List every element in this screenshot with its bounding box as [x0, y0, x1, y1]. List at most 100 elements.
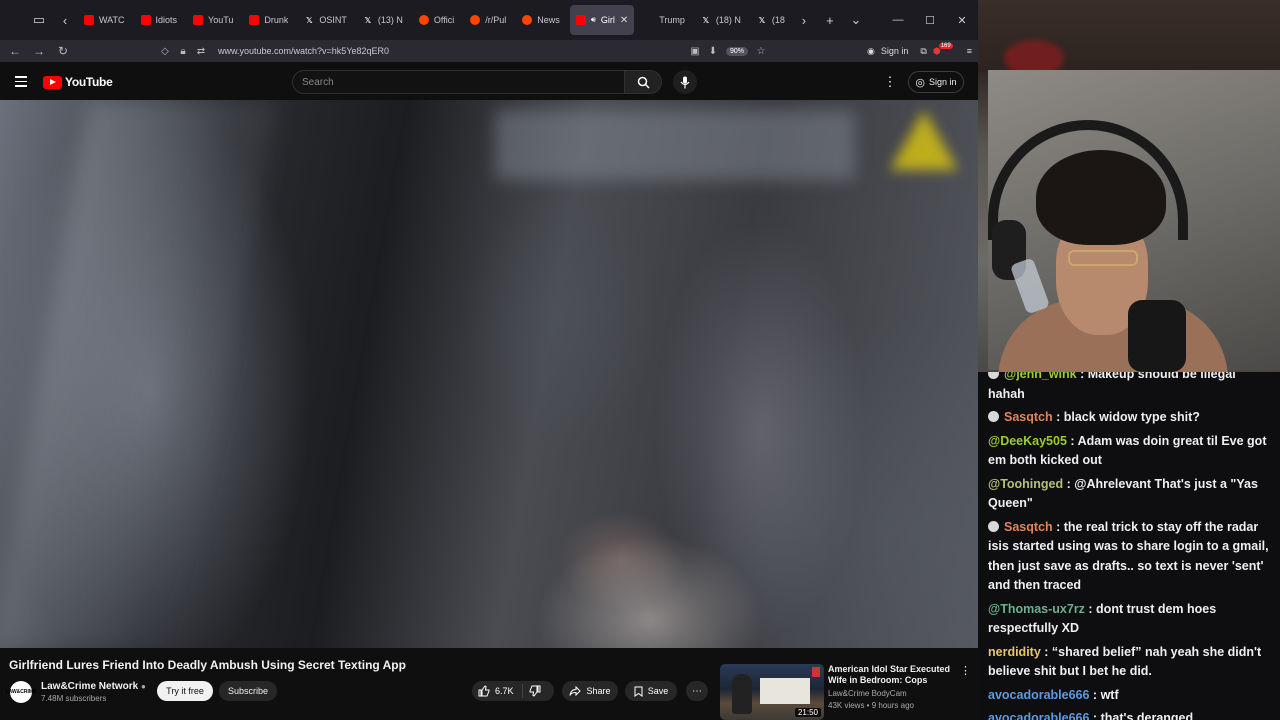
webcam-feed [978, 0, 1280, 372]
live-chat: @jenn_wink : Makeup should be illegal ha… [978, 372, 1280, 720]
browser-signin-label[interactable]: Sign in [881, 46, 909, 56]
tab-label: Girl [600, 15, 615, 25]
tab-label: (18 [771, 15, 785, 25]
chat-username[interactable]: avocadorable666 [988, 688, 1089, 702]
maximize-icon[interactable]: ☐ [914, 0, 946, 40]
chat-username[interactable]: Sasqtch [1004, 410, 1053, 424]
browser-tab[interactable]: /r/Pul [464, 5, 512, 35]
try-it-free-button[interactable]: Try it free [157, 681, 213, 701]
browser-tab[interactable]: Offici [413, 5, 460, 35]
browser-tab[interactable]: WATC [78, 5, 131, 35]
video-details: Girlfriend Lures Friend Into Deadly Ambu… [0, 648, 978, 720]
video-frame-warning-triangle [890, 110, 958, 170]
chat-separator: : [1063, 476, 1075, 491]
minimize-icon[interactable]: — [882, 0, 914, 40]
subscribe-button[interactable]: Subscribe [219, 681, 277, 701]
browser-tab[interactable]: Trump [638, 5, 691, 35]
like-button[interactable]: 6.7K [472, 684, 523, 698]
x-icon: 𝕏 [702, 15, 710, 25]
tracking-protection-icon[interactable]: ◇ [156, 46, 174, 57]
search-input[interactable]: Search [292, 70, 624, 94]
stream-overlay: @jenn_wink : Makeup should be illegal ha… [978, 0, 1280, 720]
tab-list-icon[interactable]: ▭ [26, 0, 52, 40]
youtube-wordmark: YouTube [65, 75, 113, 89]
forward-icon[interactable]: → [27, 40, 51, 62]
recommended-video[interactable]: 21:50 American Idol Star Executed Wife i… [720, 664, 976, 720]
channel-name[interactable]: Law&Crime Network ● [41, 681, 146, 692]
youtube-sign-in-button[interactable]: ◎ Sign in [908, 71, 964, 93]
permissions-icon[interactable]: ⇄ [192, 46, 210, 57]
chat-message: Sasqtch : the real trick to stay off the… [988, 518, 1270, 596]
chat-message: avocadorable666 : that's deranged [988, 709, 1270, 720]
list-all-tabs-icon[interactable]: ⌄ [843, 0, 869, 40]
back-icon[interactable]: ← [3, 40, 27, 62]
chat-username[interactable]: @jenn_wink [1004, 372, 1077, 381]
new-tab-icon[interactable]: + [817, 0, 843, 40]
recommended-title[interactable]: American Idol Star Executed Wife in Bedr… [828, 664, 958, 686]
chat-username[interactable]: Sasqtch [1004, 520, 1053, 534]
subscriber-count: 7.48M subscribers [41, 694, 107, 703]
url-bar[interactable]: ◇ 🔒︎ ⇄ www.youtube.com/watch?v=hk5Ye82qE… [156, 42, 770, 60]
tab-bar: ▭ ‹ WATC Idiots YouTu Drunk 𝕏 OSINT 𝕏 (13) N Off… [0, 0, 978, 40]
extensions-icon[interactable]: ⧉ [920, 46, 926, 57]
zoom-level[interactable]: 90% [725, 46, 748, 56]
browser-tab[interactable]: 𝕏 (18 [751, 5, 791, 35]
save-page-icon[interactable]: ⬇ [704, 46, 722, 57]
reload-icon[interactable]: ↻ [51, 40, 75, 62]
save-button[interactable]: Save [625, 681, 677, 701]
browser-tab[interactable]: 🔊︎ Girl ✕ [569, 5, 635, 35]
youtube-header: YouTube Search ⋮ ◎ Sign in [0, 62, 978, 102]
navigation-bar: ← → ↻ ◇ 🔒︎ ⇄ www.youtube.com/watch?v=hk5… [0, 40, 978, 62]
browser-tab[interactable]: 𝕏 (18) N [695, 5, 747, 35]
browser-tab[interactable]: Drunk [243, 5, 294, 35]
browser-tab[interactable]: Idiots [135, 5, 184, 35]
tab-label: YouTu [208, 15, 234, 25]
chat-text: black widow type shit? [1063, 410, 1200, 424]
youtube-logo[interactable]: YouTube [43, 75, 113, 89]
chat-separator: : [1052, 410, 1064, 424]
chat-username[interactable]: avocadorable666 [988, 711, 1089, 720]
settings-more-icon[interactable]: ⋮ [882, 72, 898, 92]
tab-label: WATC [99, 15, 125, 25]
app-menu-icon[interactable]: ≡ [967, 46, 972, 56]
picture-in-picture-icon[interactable]: ▣ [686, 46, 704, 57]
close-tab-icon[interactable]: ✕ [620, 15, 628, 26]
browser-tab[interactable]: 𝕏 OSINT [298, 5, 353, 35]
voice-search-button[interactable] [673, 70, 697, 94]
speaker-icon[interactable]: 🔊︎ [591, 15, 596, 25]
recommended-thumbnail[interactable]: 21:50 [720, 664, 824, 720]
recommended-channel[interactable]: Law&Crime BodyCam [828, 689, 907, 698]
recommended-more-icon[interactable]: ⋮ [960, 664, 971, 677]
chat-username[interactable]: @DeeKay505 [988, 434, 1067, 448]
more-actions-icon[interactable]: ⋯ [686, 681, 708, 701]
chat-username[interactable]: @Toohinged [988, 477, 1063, 491]
channel-avatar[interactable]: LAW&CRIME [6, 681, 36, 703]
url-text[interactable]: www.youtube.com/watch?v=hk5Ye82qER0 [218, 46, 686, 56]
close-window-icon[interactable]: ✕ [946, 0, 978, 40]
chat-message: @jenn_wink : Makeup should be illegal ha… [988, 372, 1270, 404]
recommended-meta: 43K views • 9 hours ago [828, 701, 914, 710]
account-icon[interactable]: ◉ [867, 46, 875, 57]
lock-icon[interactable]: 🔒︎ [174, 46, 192, 57]
chat-username[interactable]: @Thomas-ux7rz [988, 602, 1085, 616]
search-button[interactable] [624, 70, 662, 94]
thumbs-down-icon [529, 685, 541, 697]
bookmark-star-icon[interactable]: ☆ [752, 46, 770, 57]
hamburger-menu-icon[interactable] [12, 73, 30, 91]
browser-tab[interactable]: YouTu [187, 5, 239, 35]
chat-message: avocadorable666 : wtf [988, 686, 1270, 706]
scroll-tabs-left-icon[interactable]: ‹ [52, 0, 78, 40]
channel-name-text[interactable]: Law&Crime Network [41, 681, 138, 692]
video-frame-sign [495, 110, 855, 180]
chat-username[interactable]: nerdidity [988, 645, 1041, 659]
chat-separator: : [1040, 644, 1052, 659]
browser-tab[interactable]: News [516, 5, 566, 35]
video-player[interactable] [0, 100, 978, 648]
dislike-button[interactable] [523, 685, 547, 697]
scroll-tabs-right-icon[interactable]: › [791, 0, 817, 40]
share-button[interactable]: Share [562, 681, 618, 701]
chat-separator: : [1089, 711, 1101, 720]
browser-tab[interactable]: 𝕏 (13) N [357, 5, 409, 35]
chat-text: that's deranged [1100, 711, 1194, 720]
search-placeholder: Search [302, 76, 334, 88]
